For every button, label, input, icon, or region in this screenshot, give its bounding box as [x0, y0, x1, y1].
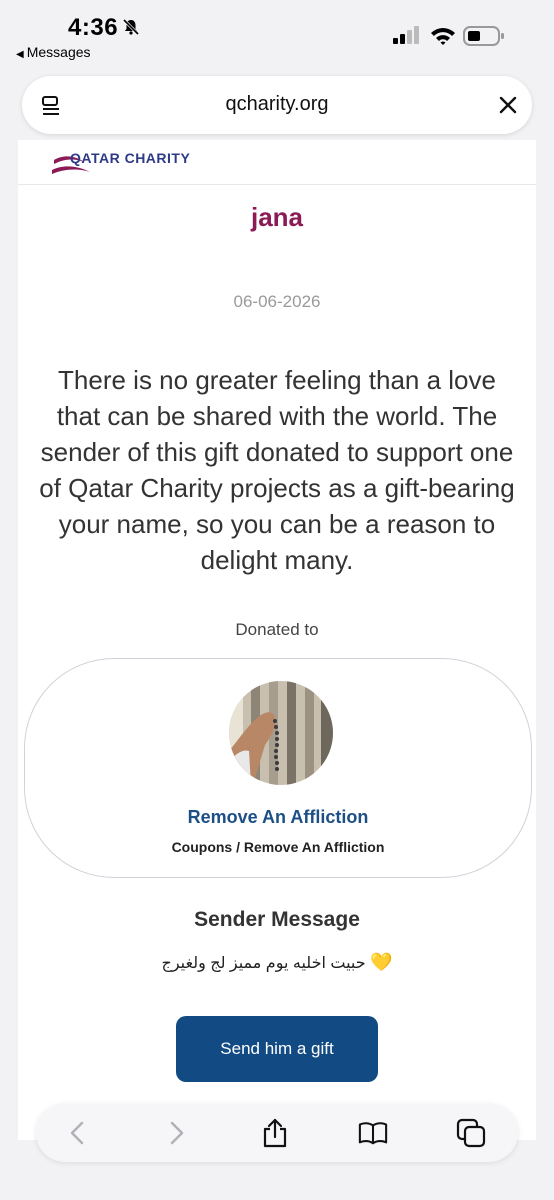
sender-message-title: Sender Message [194, 908, 360, 931]
project-title[interactable]: Remove An Affliction [25, 807, 531, 828]
bell-slash-icon [122, 18, 140, 36]
url-text[interactable]: qcharity.org [22, 93, 532, 116]
project-card[interactable]: Remove An Affliction Coupons / Remove An… [24, 658, 532, 878]
cellular-signal-icon [393, 26, 419, 44]
url-bar[interactable]: qcharity.org [22, 76, 532, 134]
praying-hands-photo-icon [229, 681, 333, 785]
status-bar: 4:36 ◀ Messages [0, 0, 554, 70]
close-icon[interactable] [498, 95, 518, 115]
back-icon[interactable] [62, 1118, 92, 1148]
forward-icon[interactable] [162, 1118, 192, 1148]
status-time: 4:36 [68, 14, 119, 41]
send-gift-button[interactable]: Send him a gift [176, 1016, 378, 1082]
gift-date: 06-06-2026 [233, 292, 321, 311]
recipient-name: jana [250, 202, 304, 232]
yellow-heart-emoji: 💛 [370, 952, 393, 972]
battery-icon [463, 26, 504, 46]
sender-message: حبيت اخليه يوم مميز لج ولغيرج 💛 [18, 952, 536, 973]
browser-toolbar [36, 1104, 518, 1162]
tabs-icon[interactable] [456, 1118, 486, 1148]
logo-text: QATAR CHARITY [70, 150, 191, 166]
donated-to-label: Donated to [235, 620, 319, 639]
header-divider [18, 184, 536, 185]
back-app-label: Messages [26, 44, 91, 60]
gift-message: There is no greater feeling than a love … [39, 365, 515, 575]
back-to-messages[interactable]: ◀ Messages [16, 44, 91, 60]
sender-message-text: حبيت اخليه يوم مميز لج ولغيرج [161, 955, 366, 972]
project-image [229, 681, 333, 785]
project-path: Coupons / Remove An Affliction [171, 839, 385, 855]
share-icon[interactable] [260, 1118, 290, 1148]
bookmarks-icon[interactable] [358, 1118, 388, 1148]
wifi-icon [431, 28, 455, 45]
web-page: QATAR CHARITY jana 06-06-2026 There is n… [18, 140, 536, 1140]
